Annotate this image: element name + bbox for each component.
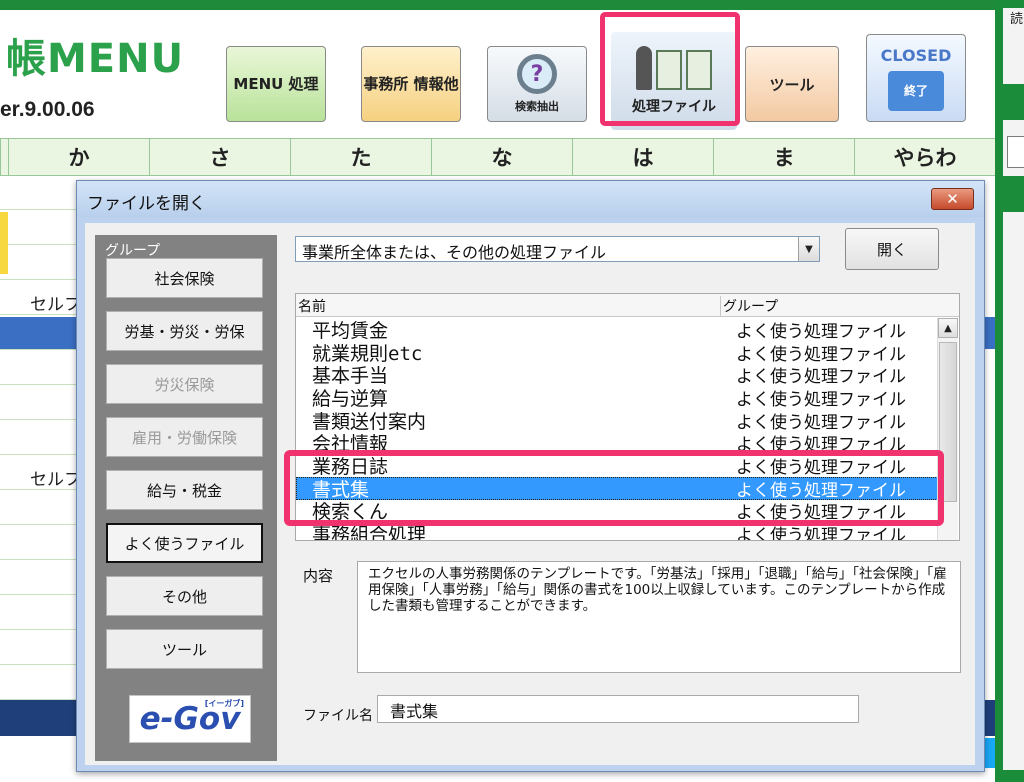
column-header-name[interactable]: 名前 [298, 296, 326, 316]
background-row-label: セルフ [30, 295, 81, 315]
kana-tab[interactable]: た [290, 139, 431, 175]
file-category-dropdown[interactable]: 事業所全体または、その他の処理ファイル ▼ [295, 236, 820, 262]
exit-sign-icon: 終了 [888, 70, 944, 111]
description-label: 内容 [303, 567, 334, 585]
group-button-other[interactable]: その他 [106, 576, 263, 616]
process-file-highlight [600, 12, 740, 126]
list-item[interactable]: 給与逆算 よく使う処理ファイル [296, 386, 938, 410]
closed-exit-button[interactable]: CLOSED 終了 [866, 34, 966, 122]
kana-tab[interactable]: さ [149, 139, 290, 175]
selected-row-highlight [284, 450, 944, 526]
group-button-frequent-files[interactable]: よく使うファイル [106, 523, 263, 563]
closed-label: CLOSED [880, 45, 952, 65]
kana-tab[interactable]: な [431, 139, 572, 175]
list-item[interactable]: 就業規則etc よく使う処理ファイル [296, 341, 938, 365]
filename-label: ファイル名 [303, 708, 373, 724]
search-extract-label: 検索抽出 [515, 100, 559, 113]
right-panel-field[interactable] [1007, 136, 1024, 168]
file-group: よく使う処理ファイル [736, 344, 906, 365]
kana-tab[interactable]: やらわ [854, 139, 995, 175]
magnifier-icon: ? [517, 54, 557, 94]
tool-label: ツール [769, 75, 815, 94]
top-bar [0, 0, 1024, 10]
close-icon: ✕ [946, 190, 959, 208]
kana-tab[interactable]: ま [713, 139, 854, 175]
close-button[interactable]: ✕ [931, 188, 974, 210]
kana-tab[interactable]: は [572, 139, 713, 175]
column-header-group[interactable]: グループ [720, 296, 778, 316]
dialog-title: ファイルを開く [87, 194, 206, 214]
list-item[interactable]: 書類送付案内 よく使う処理ファイル [296, 409, 938, 433]
right-panel-char: 読 [1010, 12, 1024, 27]
background-row-label: セルフ [30, 470, 81, 490]
file-list-header: 名前 グループ [296, 294, 959, 317]
group-button-employment-insurance[interactable]: 雇用・労働保険 [106, 417, 263, 457]
file-category-value: 事業所全体または、その他の処理ファイル [302, 243, 607, 262]
filename-field[interactable]: 書式集 [377, 695, 859, 723]
egov-logo-button[interactable]: e-Gov [イーガブ] [129, 695, 251, 743]
scroll-up-icon[interactable]: ▲ [938, 318, 958, 338]
kana-tab-row: か さ た な は ま やらわ [0, 139, 995, 176]
file-group: よく使う処理ファイル [736, 389, 906, 410]
menu-process-label: MENU 処理 [233, 75, 319, 93]
exit-label: 終了 [903, 84, 928, 98]
app-title: 帳MENU [6, 36, 185, 82]
open-button[interactable]: 開く [845, 228, 939, 270]
app-version: er.9.00.06 [0, 98, 95, 121]
yellow-marker [0, 212, 8, 274]
app-header: 帳MENU er.9.00.06 MENU 処理 事務所 情報他 ? 検索抽出 … [0, 10, 995, 139]
file-group: よく使う処理ファイル [736, 367, 906, 388]
right-panel [995, 0, 1024, 782]
list-item[interactable]: 平均賃金 よく使う処理ファイル [296, 318, 938, 342]
group-button-workers-comp[interactable]: 労災保険 [106, 364, 263, 404]
chevron-down-icon[interactable]: ▼ [798, 237, 819, 261]
menu-process-button[interactable]: MENU 処理 [226, 46, 326, 122]
file-group: よく使う処理ファイル [736, 412, 906, 433]
dialog-titlebar[interactable]: ファイルを開く ✕ [77, 181, 984, 217]
office-info-button[interactable]: 事務所 情報他 [361, 46, 461, 122]
group-label: グループ [105, 243, 161, 259]
group-button-salary-tax[interactable]: 給与・税金 [106, 470, 263, 510]
group-button-social-insurance[interactable]: 社会保険 [106, 258, 263, 298]
group-button-tools[interactable]: ツール [106, 629, 263, 669]
list-item[interactable]: 基本手当 よく使う処理ファイル [296, 363, 938, 388]
egov-logo-small: [イーガブ] [204, 699, 244, 708]
office-info-label: 事務所 情報他 [363, 75, 459, 93]
kana-tab[interactable]: か [8, 139, 149, 175]
group-panel: グループ 社会保険 労基・労災・労保 労災保険 雇用・労働保険 給与・税金 よく… [95, 235, 277, 761]
tool-button[interactable]: ツール [745, 46, 839, 122]
description-text: エクセルの人事労務関係のテンプレートです。「労基法」「採用」「退職」「給与」「社… [357, 561, 961, 673]
group-button-labor-standards[interactable]: 労基・労災・労保 [106, 311, 263, 351]
search-extract-button[interactable]: ? 検索抽出 [487, 46, 587, 122]
file-group: よく使う処理ファイル [736, 321, 906, 342]
